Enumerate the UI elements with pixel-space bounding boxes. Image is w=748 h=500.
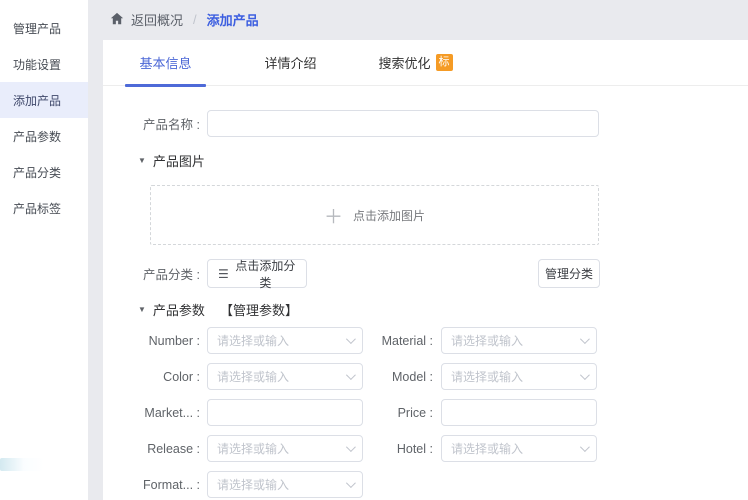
list-icon: ☰ — [218, 267, 229, 281]
tab-basic-info-label: 基本信息 — [139, 53, 191, 72]
param-number-select[interactable]: 请选择或输入 — [207, 327, 363, 354]
param-release-label: Release : — [103, 442, 200, 456]
param-release-placeholder: 请选择或输入 — [217, 440, 346, 457]
manage-params-link[interactable]: 【管理参数】 — [220, 300, 298, 319]
param-format-label: Format... : — [103, 478, 200, 492]
product-name-label: 产品名称 : — [103, 114, 200, 133]
sidebar-item-function-settings[interactable]: 功能设置 — [0, 46, 88, 82]
breadcrumb-back[interactable]: 返回概况 — [131, 10, 183, 29]
category-label: 产品分类 : — [103, 264, 200, 283]
params-section-title: 产品参数 — [153, 300, 205, 319]
images-section-header[interactable]: ▼ 产品图片 — [138, 151, 600, 169]
param-model-label: Model : — [363, 370, 433, 384]
tab-details[interactable]: 详情介绍 — [250, 40, 331, 86]
breadcrumb-separator: / — [190, 12, 200, 27]
sidebar-item-product-tags[interactable]: 产品标签 — [0, 190, 88, 226]
product-name-row: 产品名称 : — [103, 110, 600, 137]
param-material-placeholder: 请选择或输入 — [451, 332, 580, 349]
params-section-header[interactable]: ▼ 产品参数 【管理参数】 — [138, 300, 600, 318]
breadcrumb-current: 添加产品 — [207, 10, 259, 29]
manage-categories-button[interactable]: 管理分类 — [538, 259, 600, 288]
sidebar-item-manage-products[interactable]: 管理产品 — [0, 10, 88, 46]
upload-hint: 点击添加图片 — [353, 207, 425, 224]
params-row: Number : 请选择或输入 Material : 请选择或输入 — [103, 327, 600, 354]
param-material-select[interactable]: 请选择或输入 — [441, 327, 597, 354]
params-row: Format... : 请选择或输入 — [103, 471, 600, 498]
sidebar-item-add-product[interactable]: 添加产品 — [0, 82, 88, 118]
param-format-placeholder: 请选择或输入 — [217, 476, 346, 493]
chevron-down-icon — [346, 442, 356, 452]
tab-basic-info[interactable]: 基本信息 — [125, 40, 206, 86]
tab-search-optimization-label: 搜索优化 — [378, 53, 430, 72]
params-row: Market... : Price : — [103, 399, 600, 426]
tab-details-label: 详情介绍 — [264, 53, 316, 72]
caret-down-icon: ▼ — [138, 156, 146, 165]
param-color-label: Color : — [103, 370, 200, 384]
params-row: Release : 请选择或输入 Hotel : 请选择或输入 — [103, 435, 600, 462]
param-release-select[interactable]: 请选择或输入 — [207, 435, 363, 462]
param-number-placeholder: 请选择或输入 — [217, 332, 346, 349]
active-tab-underline — [125, 84, 206, 87]
param-market-input[interactable] — [207, 399, 363, 426]
sidebar: 管理产品 功能设置 添加产品 产品参数 产品分类 产品标签 — [0, 0, 88, 500]
param-price-input[interactable] — [441, 399, 597, 426]
seo-badge: 标 — [436, 54, 453, 71]
param-model-select[interactable]: 请选择或输入 — [441, 363, 597, 390]
product-name-input[interactable] — [207, 110, 599, 137]
param-price-label: Price : — [363, 406, 433, 420]
tab-bar: 基本信息 详情介绍 搜索优化 标 — [103, 40, 748, 86]
param-hotel-label: Hotel : — [363, 442, 433, 456]
manage-categories-button-label: 管理分类 — [545, 265, 593, 282]
param-hotel-placeholder: 请选择或输入 — [451, 440, 580, 457]
content-panel: 基本信息 详情介绍 搜索优化 标 产品名称 : ▼ 产品图片 ＋ 点击添加图片 … — [103, 40, 748, 500]
plus-icon: ＋ — [324, 202, 343, 229]
sidebar-item-product-params[interactable]: 产品参数 — [0, 118, 88, 154]
chevron-down-icon — [346, 334, 356, 344]
add-category-button-label: 点击添加分类 — [235, 257, 296, 291]
image-upload-dropzone[interactable]: ＋ 点击添加图片 — [150, 185, 599, 245]
param-market-label: Market... : — [103, 406, 200, 420]
param-number-label: Number : — [103, 334, 200, 348]
chevron-down-icon — [580, 334, 590, 344]
params-grid: Number : 请选择或输入 Material : 请选择或输入 Color … — [103, 327, 600, 498]
caret-down-icon: ▼ — [138, 305, 146, 314]
param-hotel-select[interactable]: 请选择或输入 — [441, 435, 597, 462]
chevron-down-icon — [346, 370, 356, 380]
param-color-placeholder: 请选择或输入 — [217, 368, 346, 385]
product-form: 产品名称 : ▼ 产品图片 ＋ 点击添加图片 产品分类 : ☰ 点击添加分类 管… — [103, 86, 600, 498]
home-icon[interactable] — [110, 12, 124, 26]
param-model-placeholder: 请选择或输入 — [451, 368, 580, 385]
images-section-title: 产品图片 — [153, 151, 205, 170]
help-widget-fragment — [0, 458, 44, 471]
chevron-down-icon — [580, 370, 590, 380]
add-category-button[interactable]: ☰ 点击添加分类 — [207, 259, 307, 288]
params-row: Color : 请选择或输入 Model : 请选择或输入 — [103, 363, 600, 390]
sidebar-item-product-categories[interactable]: 产品分类 — [0, 154, 88, 190]
param-material-label: Material : — [363, 334, 433, 348]
chevron-down-icon — [580, 442, 590, 452]
breadcrumb: 返回概况 / 添加产品 — [88, 0, 748, 38]
param-format-select[interactable]: 请选择或输入 — [207, 471, 363, 498]
tab-search-optimization[interactable]: 搜索优化 标 — [375, 40, 456, 86]
category-row: 产品分类 : ☰ 点击添加分类 管理分类 — [103, 259, 600, 288]
chevron-down-icon — [346, 478, 356, 488]
param-color-select[interactable]: 请选择或输入 — [207, 363, 363, 390]
